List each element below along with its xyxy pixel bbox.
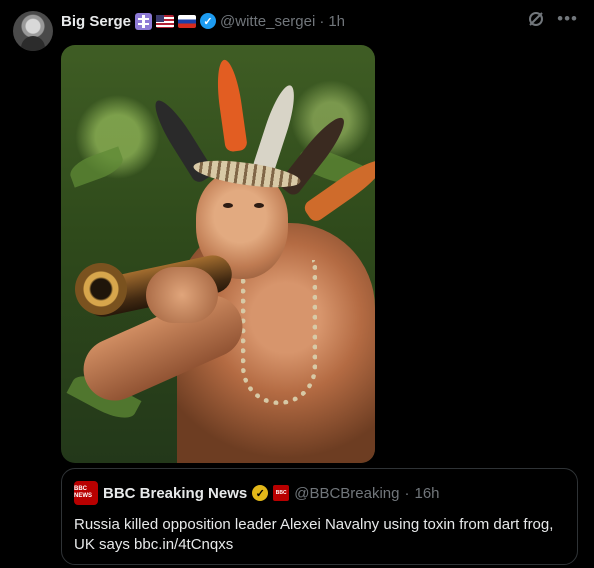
quoted-post-time[interactable]: 16h [415, 485, 440, 502]
author-avatar[interactable] [13, 11, 53, 51]
post-time[interactable]: 1h [328, 13, 345, 30]
author-name[interactable]: Big Serge [61, 13, 131, 30]
quoted-tweet-text: Russia killed opposition leader Alexei N… [74, 516, 554, 553]
tweet-image[interactable] [61, 45, 375, 463]
leaf-shape [66, 146, 127, 188]
person-hand [146, 267, 218, 323]
quoted-tweet-header: BBC NEWS BBC Breaking News ✓ BBC @BBCBre… [74, 481, 440, 505]
russia-flag-icon [178, 14, 197, 28]
more-icon[interactable]: ••• [557, 10, 578, 28]
bead-necklace [241, 260, 317, 405]
eye [223, 203, 233, 208]
orthodox-cross-flag-icon [135, 12, 153, 30]
author-handle[interactable]: @witte_sergei [220, 13, 315, 30]
grok-icon[interactable] [527, 10, 545, 28]
tweet-actions: ••• [527, 10, 578, 28]
dot-separator: · [319, 12, 325, 30]
eye [254, 203, 264, 208]
us-flag-icon [156, 14, 175, 28]
feather-shape [213, 58, 248, 153]
gold-verified-badge-icon[interactable]: ✓ [252, 485, 269, 501]
bbc-news-logo[interactable]: BBC NEWS [74, 481, 98, 505]
avatar-figure [21, 36, 45, 51]
verified-badge-icon[interactable]: ✓ [200, 13, 217, 29]
grok-svg [529, 12, 544, 26]
quoted-author-handle[interactable]: @BBCBreaking [294, 485, 399, 502]
blowgun-mouth [75, 263, 127, 315]
tweet-header: Big Serge ✓ @witte_sergei · 1h [61, 10, 345, 32]
bbc-affiliation-icon[interactable]: BBC [273, 485, 290, 501]
bbc-logo-text: BBC NEWS [74, 486, 92, 499]
quoted-tweet-card[interactable]: BBC NEWS BBC Breaking News ✓ BBC @BBCBre… [61, 468, 578, 565]
quoted-dot-separator: · [404, 484, 410, 502]
quoted-author-name[interactable]: BBC Breaking News [103, 485, 247, 502]
